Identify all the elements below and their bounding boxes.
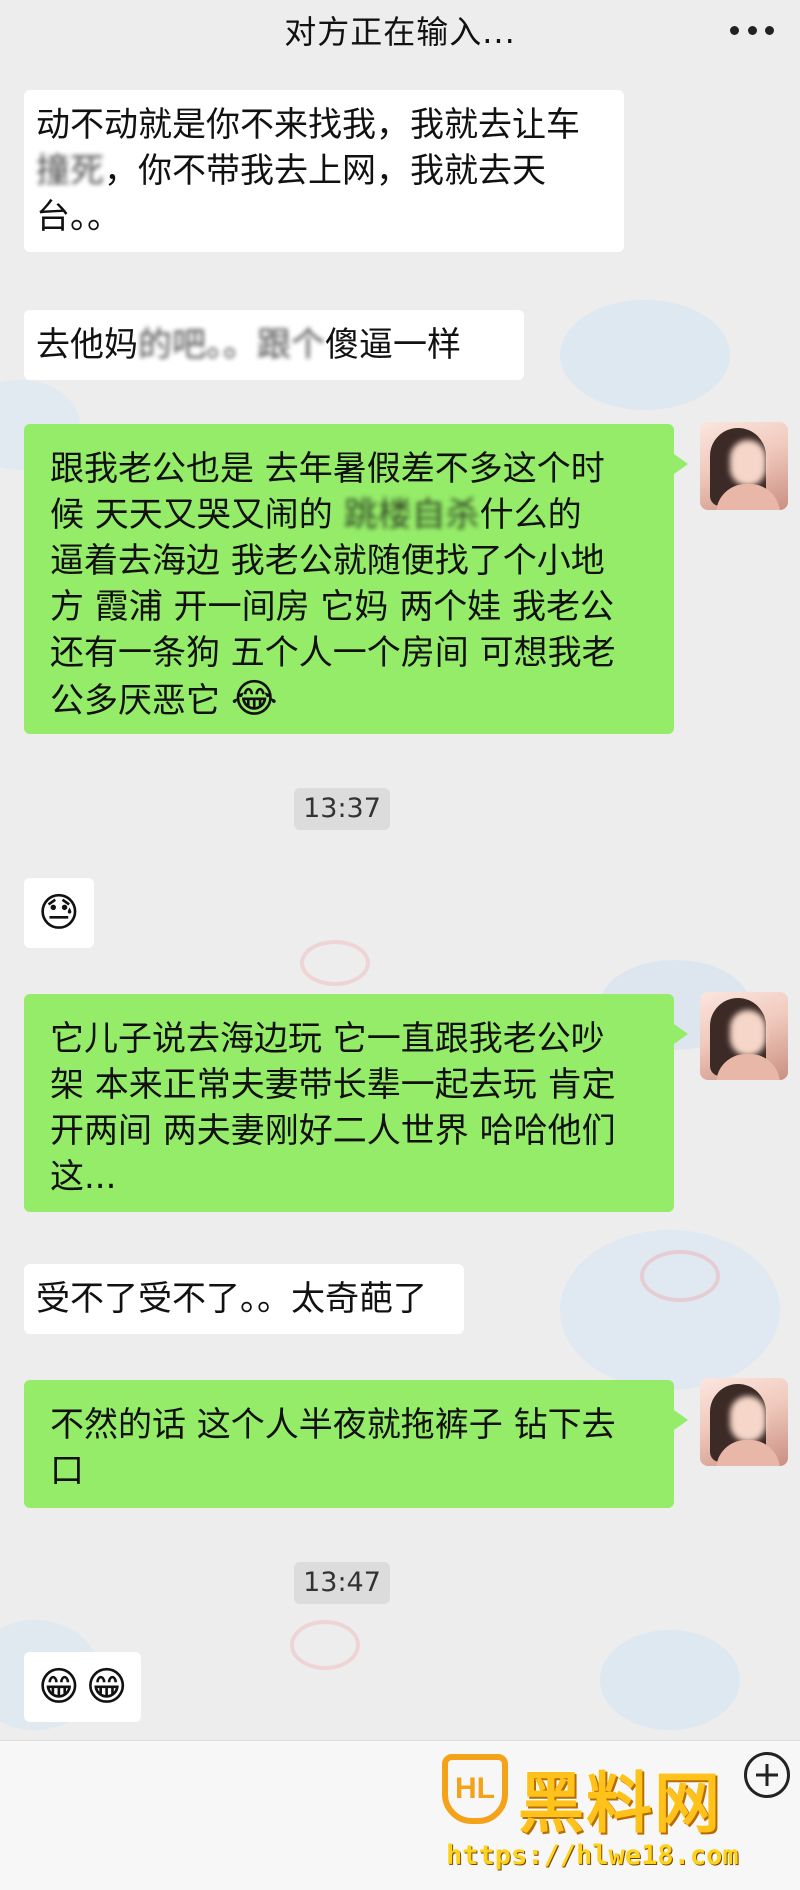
- message-line: 口: [50, 1451, 84, 1491]
- message-bubble-outgoing[interactable]: 跟我老公也是 去年暑假差不多这个时 候 天天又哭又闹的 跳楼自杀什么的 逼着去海…: [24, 424, 688, 734]
- message-line: 公多厌恶它 😂: [50, 676, 278, 722]
- user-avatar[interactable]: [700, 1378, 788, 1466]
- more-options-icon[interactable]: [730, 18, 774, 42]
- user-avatar[interactable]: [700, 992, 788, 1080]
- message-bubble-outgoing[interactable]: 不然的话 这个人半夜就拖裤子 钻下去 口: [24, 1380, 688, 1508]
- watermark-site-name: 黑料网: [518, 1765, 722, 1842]
- sweat-emoji-icon: 😓: [38, 890, 80, 936]
- chat-header: 对方正在输入...: [0, 0, 800, 60]
- message-line: 不然的话 这个人半夜就拖裤子 钻下去: [50, 1405, 616, 1445]
- message-line: 架 本来正常夫妻带长辈一起去玩 肯定: [50, 1065, 616, 1105]
- laughing-emoji-icon: 😂: [230, 676, 278, 722]
- message-line: 撞死，你不带我去上网，我就去天: [36, 151, 546, 191]
- watermark-url: https://hlwe18.com: [446, 1840, 739, 1871]
- grin-emoji-icon: 😁: [85, 1664, 128, 1710]
- message-line: 动不动就是你不来找我，我就去让车: [36, 105, 580, 145]
- message-bubble-incoming[interactable]: 去他妈的吧。。跟个傻逼一样: [24, 310, 524, 380]
- chat-background: [0, 0, 800, 1890]
- message-line: 台。。: [36, 197, 121, 237]
- timestamp: 13:37: [294, 788, 390, 830]
- grin-emoji-icon: 😁: [38, 1664, 80, 1710]
- message-line: 逼着去海边 我老公就随便找了个小地: [50, 541, 605, 581]
- message-line: 它儿子说去海边玩 它一直跟我老公吵: [50, 1019, 605, 1059]
- message-line: 跟我老公也是 去年暑假差不多这个时: [50, 449, 605, 489]
- message-line: 这...: [50, 1157, 117, 1197]
- typing-status-title: 对方正在输入...: [284, 13, 516, 51]
- message-bubble-outgoing[interactable]: 它儿子说去海边玩 它一直跟我老公吵 架 本来正常夫妻带长辈一起去玩 肯定 开两间…: [24, 994, 688, 1212]
- message-bubble-incoming[interactable]: 受不了受不了。。太奇葩了: [24, 1264, 464, 1334]
- emoji-message-incoming[interactable]: 😓: [24, 878, 94, 948]
- emoji-message-incoming[interactable]: 😁 😁: [24, 1652, 142, 1722]
- watermark-logo: HL: [442, 1754, 508, 1824]
- message-line: 开两间 两夫妻刚好二人世界 哈哈他们: [50, 1111, 616, 1151]
- user-avatar[interactable]: [700, 422, 788, 510]
- message-line: 候 天天又哭又闹的 跳楼自杀什么的: [50, 495, 582, 535]
- watermark: HL 黑料网 https://hlwe18.com: [432, 1740, 800, 1890]
- timestamp: 13:47: [294, 1562, 390, 1604]
- message-line: 方 霞浦 开一间房 它妈 两个娃 我老公: [50, 587, 615, 627]
- message-bubble-incoming[interactable]: 动不动就是你不来找我，我就去让车 撞死，你不带我去上网，我就去天 台。。: [24, 90, 624, 252]
- message-line: 还有一条狗 五个人一个房间 可想我老: [50, 633, 616, 673]
